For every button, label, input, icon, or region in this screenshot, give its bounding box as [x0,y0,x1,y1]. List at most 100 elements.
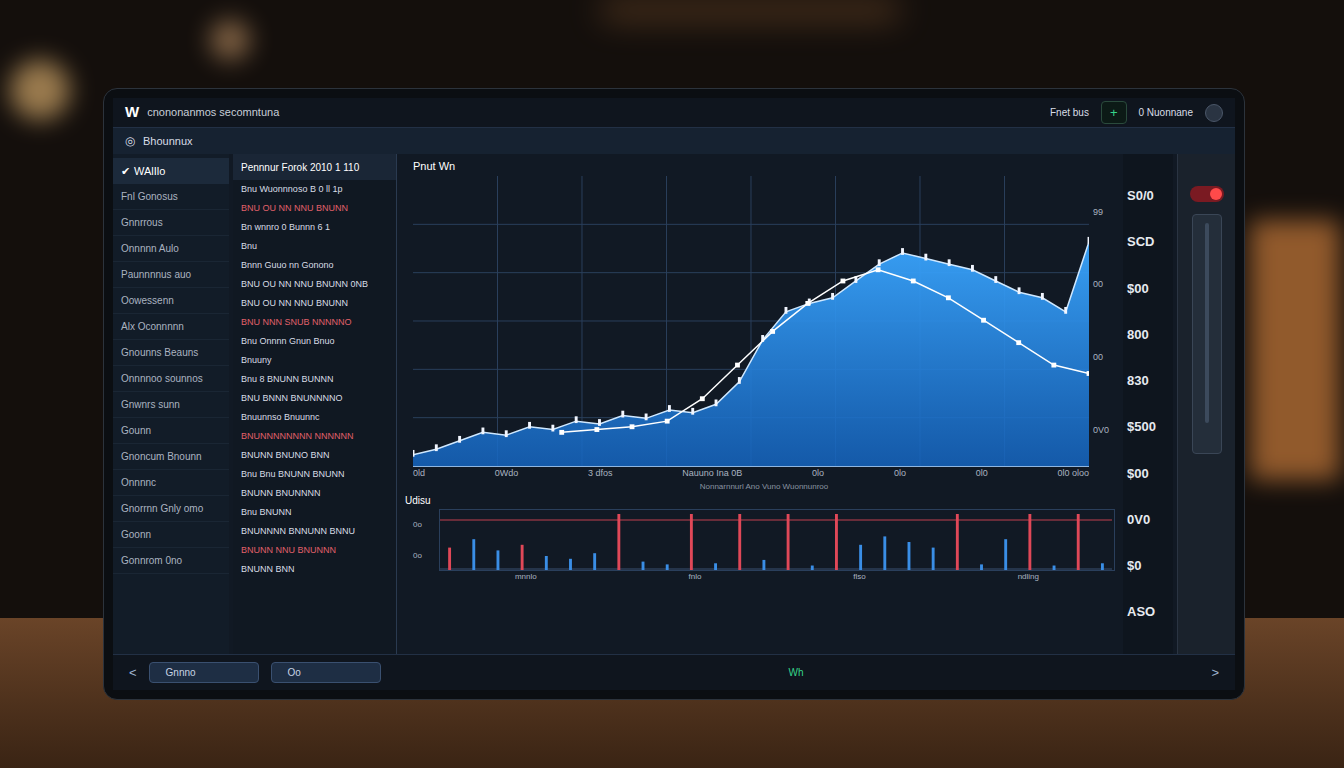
list-row[interactable]: Bnu Onnnn Gnun Bnuo [233,332,396,351]
sidebar-item[interactable]: Onnnnn Aulo [113,236,229,262]
list-row[interactable]: Bnu Wuonnnoso B 0 ll 1p [233,180,396,199]
account-label[interactable]: 0 Nuonnane [1139,105,1194,120]
volume-bar [1053,566,1056,570]
axis-tick: 0V0 [1123,510,1173,530]
sidebar-item[interactable]: ✔WAlIlo [113,158,229,184]
area-point [715,399,718,406]
list-row[interactable]: BNUNN BNUNNNN [233,484,396,503]
line-point [876,267,881,272]
area-point [598,419,601,426]
area-point [878,259,881,266]
line-series [562,270,1089,433]
area-point [831,293,834,300]
sidebar-item[interactable]: Onnnnc [113,470,229,496]
area-point [528,422,531,429]
sidebar-item[interactable]: Paunnnnus auo [113,262,229,288]
list-row[interactable]: BNUNNNN BNNUNN BNNU [233,522,396,541]
line-point [559,430,564,435]
order-list: Pennnur Forok 2010 1 110Bnu Wuonnnoso B … [233,154,397,654]
axis-tick: SCD [1123,232,1173,252]
prev-button[interactable]: < [129,663,137,683]
list-row[interactable]: Bnu 8 BNUNN BUNNN [233,370,396,389]
sidebar-item[interactable]: Fnl Gonosus [113,184,229,210]
axis-tick: 00 [1093,278,1115,292]
sidebar-item[interactable]: Gnounns Beauns [113,340,229,366]
bottom-button[interactable]: Gnnno [149,662,259,683]
list-row[interactable]: BNU OU NN NNU BNUNN [233,294,396,313]
list-row[interactable]: BNU OU NN NNU BNUNN [233,199,396,218]
list-row[interactable]: Bnuuny [233,351,396,370]
volume-chart[interactable] [440,510,1112,570]
lower-x-axis: mnnlofnloflsondling [413,571,1115,583]
center-indicator: Wh [789,665,804,680]
list-row[interactable]: Bnu BNUNN [233,503,396,522]
sidebar-item[interactable]: Oowessenn [113,288,229,314]
sidebar-item[interactable]: Gnorrnn Gnly omo [113,496,229,522]
next-button[interactable]: > [1211,663,1219,683]
window-title: cnononanmos secomntuna [147,104,279,121]
area-point [1041,293,1044,300]
bottom-button[interactable]: Oo [271,662,381,683]
area-point [691,408,694,415]
axis-tick: 0o [413,550,435,562]
add-button[interactable]: + [1101,101,1127,125]
line-point [946,295,951,300]
list-row[interactable]: BNU OU NN NNU BNUNN 0NB [233,275,396,294]
volume-bar [617,514,620,570]
list-row[interactable]: BNU BNNN BNUNNNNO [233,389,396,408]
volume-bar [1101,563,1104,570]
background-light [600,0,900,20]
area-point [645,414,648,421]
scene: Wcnononanmos secomntuna Fnet bus +0 Nuonna… [0,0,1344,768]
sidebar-item[interactable]: Alx Oconnnnn [113,314,229,340]
sidebar-item[interactable]: Gnoncum Bnounn [113,444,229,470]
logo[interactable]: W [125,101,139,124]
sidebar-item[interactable]: Gonnrom 0no [113,548,229,574]
sidebar-item[interactable]: Gounn [113,418,229,444]
list-row[interactable]: Bnnn Guuo nn Gonono [233,256,396,275]
list-row[interactable]: BNUNN BNUNO BNN [233,446,396,465]
list-row[interactable]: Bn wnnro 0 Bunnn 6 1 [233,218,396,237]
list-row[interactable]: Bnu Bnu BNUNN BNUNN [233,465,396,484]
axis-label: mnnlo [515,571,537,583]
header-link[interactable]: Fnet bus [1050,105,1089,120]
area-point [413,450,414,457]
volume-bar [1004,539,1007,570]
volume-bar [1077,514,1080,570]
volume-bar [521,545,524,570]
axis-tick: 00 [1093,351,1115,365]
sidebar-item[interactable]: Gnwnrs sunn [113,392,229,418]
axis-tick: 99 [1093,206,1115,220]
axis-tick: ASO [1123,602,1173,622]
screen: Wcnononanmos secomntuna Fnet bus +0 Nuonna… [113,98,1235,690]
list-row[interactable]: BNUNN NNU BNUNNN [233,541,396,560]
list-row[interactable]: Bnuunnso Bnuunnc [233,408,396,427]
price-chart[interactable] [413,176,1089,466]
line-point [700,396,705,401]
volume-bar [666,564,669,570]
area-point [924,254,927,261]
sidebar-item[interactable]: Onnnnoo sounnos [113,366,229,392]
sidebar-item[interactable]: Gnnrrous [113,210,229,236]
area-point [901,248,904,255]
list-row[interactable]: BNU NNN SNUB NNNNNO [233,313,396,332]
axis-label: 0lo [894,467,906,481]
volume-bar [448,548,451,570]
list-row[interactable]: Bnu [233,237,396,256]
axis-tick: $500 [1123,417,1173,437]
chart-caption: Nonnarnnurl Ano Vuno Wuonnunroo [413,481,1115,493]
price-axis: S0/0SCD$00800830$500$000V0$0ASO [1123,154,1173,654]
side-slider[interactable] [1192,214,1222,454]
axis-tick: $00 [1123,464,1173,484]
list-row[interactable]: BNUNN BNN [233,560,396,579]
toggle-switch[interactable] [1190,186,1224,202]
avatar-icon[interactable] [1205,104,1223,122]
area-point [481,428,484,435]
area-point [971,265,974,272]
line-point [805,301,810,306]
inner-axis: 9900000V0 [1093,176,1115,467]
axis-label: 0l0 [976,467,988,481]
sidebar-item[interactable]: Goonn [113,522,229,548]
list-row[interactable]: BNUNNNNNNNN NNNNNN [233,427,396,446]
axis-tick: $00 [1123,279,1173,299]
